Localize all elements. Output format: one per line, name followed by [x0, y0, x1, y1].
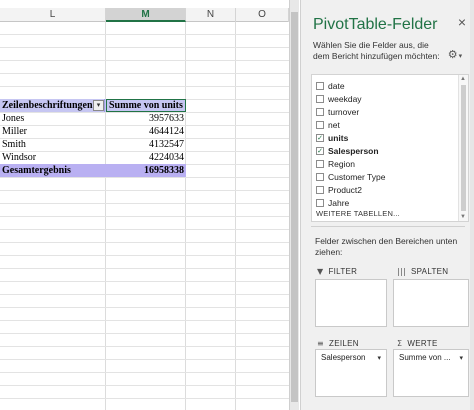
pivot-total-row[interactable]: Gesamtergebnis 16958338 — [0, 164, 186, 177]
rows-drop-area[interactable]: Salesperson ▾ — [315, 349, 387, 397]
field-list: date weekday turnover net ✓ units ✓ Sale… — [311, 74, 469, 222]
chevron-down-icon[interactable]: ▾ — [377, 352, 381, 364]
field-checkbox[interactable] — [316, 121, 324, 129]
filter-icon: ▼ — [317, 267, 324, 276]
pivot-row-value: 4132547 — [149, 139, 184, 150]
pivot-total-label: Gesamtergebnis — [2, 165, 71, 176]
sheet-scrollbar-thumb[interactable] — [291, 12, 298, 402]
columns-area-label: ||| SPALTEN — [397, 267, 448, 276]
pivot-row[interactable]: Jones 3957633 — [0, 112, 186, 125]
field-label: net — [328, 120, 340, 130]
row-labels-header-cell[interactable]: Zeilenbeschriftungen — [0, 99, 105, 112]
field-label: turnover — [328, 107, 360, 117]
columns-area-title: SPALTEN — [411, 267, 449, 276]
field-checkbox[interactable] — [316, 108, 324, 116]
values-chip-label: Summe von ... — [399, 353, 451, 362]
row-labels-header: Zeilenbeschriftungen — [2, 100, 93, 111]
pivot-row[interactable]: Miller 4644124 — [0, 125, 186, 138]
field-list-scrollbar[interactable]: ▲ ▼ — [458, 75, 468, 221]
field-label: Jahre — [328, 198, 350, 208]
tools-button[interactable]: ⚙▾ — [444, 44, 466, 64]
field-label: Salesperson — [328, 146, 379, 156]
areas-description: Felder zwischen den Bereichen unten zieh… — [315, 236, 458, 257]
field-label: Customer Type — [328, 172, 386, 182]
value-header: Summe von units — [109, 100, 183, 111]
field-checkbox[interactable] — [316, 160, 324, 168]
column-header-row: L M N O — [0, 8, 289, 22]
pivot-total-value: 16958338 — [144, 165, 184, 176]
pivot-row[interactable]: Smith 4132547 — [0, 138, 186, 151]
sigma-icon: Σ — [397, 339, 403, 348]
columns-icon: ||| — [397, 267, 406, 276]
field-label: Product2 — [328, 185, 363, 195]
field-checkbox-checked[interactable]: ✓ — [316, 147, 324, 155]
close-icon[interactable]: × — [458, 14, 466, 30]
rows-chip-label: Salesperson — [321, 353, 366, 362]
values-area-label: Σ WERTE — [397, 339, 438, 348]
rows-field-chip[interactable]: Salesperson ▾ — [318, 352, 384, 364]
field-checkbox[interactable] — [316, 95, 324, 103]
pivot-fields-pane: PivotTable-Felder × Wählen Sie die Felde… — [300, 0, 474, 410]
field-checkbox[interactable] — [316, 173, 324, 181]
filter-area-label: ▼ FILTER — [317, 267, 357, 276]
scroll-down-icon[interactable]: ▼ — [460, 214, 466, 220]
pane-splitter[interactable] — [311, 226, 465, 227]
field-label: Region — [328, 159, 355, 169]
spreadsheet-grid[interactable]: L M N O Zeilenbeschriftungen ▾ Summe von… — [0, 0, 289, 410]
field-checkbox-checked[interactable]: ✓ — [316, 134, 324, 142]
chevron-down-icon: ▾ — [458, 53, 463, 60]
column-header-l[interactable]: L — [0, 8, 106, 22]
scroll-up-icon[interactable]: ▲ — [460, 76, 466, 82]
field-label: units — [328, 133, 349, 143]
rows-icon: ≡ — [317, 339, 325, 348]
pivot-row[interactable]: Windsor 4224034 — [0, 151, 186, 164]
field-label: weekday — [328, 94, 362, 104]
pane-scrollbar[interactable] — [470, 0, 474, 410]
column-header-o[interactable]: O — [236, 8, 289, 22]
values-area-title: WERTE — [407, 339, 438, 348]
gear-icon: ⚙ — [447, 49, 458, 61]
values-drop-area[interactable]: Summe von ... ▾ — [393, 349, 469, 397]
pivot-row-label: Miller — [2, 126, 27, 137]
field-checkbox[interactable] — [316, 199, 324, 207]
pivot-header-row: Zeilenbeschriftungen ▾ Summe von units — [0, 99, 186, 112]
cell-grid — [0, 22, 289, 410]
field-label: date — [328, 81, 345, 91]
pivot-row-value: 3957633 — [149, 113, 184, 124]
pivot-row-value: 4644124 — [149, 126, 184, 137]
column-header-m[interactable]: M — [106, 8, 186, 22]
filter-drop-area[interactable] — [315, 279, 387, 327]
pivot-row-label: Windsor — [2, 152, 37, 163]
field-list-scroll-thumb[interactable] — [461, 85, 466, 211]
pane-title: PivotTable-Felder — [313, 16, 438, 33]
chevron-down-icon[interactable]: ▾ — [459, 352, 463, 364]
rows-area-title: ZEILEN — [329, 339, 359, 348]
pivot-row-label: Smith — [2, 139, 26, 150]
rows-area-label: ≡ ZEILEN — [317, 339, 359, 348]
values-field-chip[interactable]: Summe von ... ▾ — [396, 352, 466, 364]
row-labels-filter-button[interactable]: ▾ — [93, 100, 104, 111]
sheet-vertical-scrollbar[interactable] — [289, 0, 299, 410]
field-checkbox[interactable] — [316, 82, 324, 90]
pivot-row-value: 4224034 — [149, 152, 184, 163]
field-checkbox[interactable] — [316, 186, 324, 194]
pane-description: Wählen Sie die Felder aus, die dem Beric… — [313, 40, 440, 61]
pivot-row-label: Jones — [2, 113, 25, 124]
column-header-n[interactable]: N — [186, 8, 236, 22]
more-tables-link[interactable]: WEITERE TABELLEN... — [316, 209, 400, 218]
filter-area-title: FILTER — [328, 267, 358, 276]
value-header-cell[interactable]: Summe von units — [106, 99, 186, 112]
columns-drop-area[interactable] — [393, 279, 469, 327]
